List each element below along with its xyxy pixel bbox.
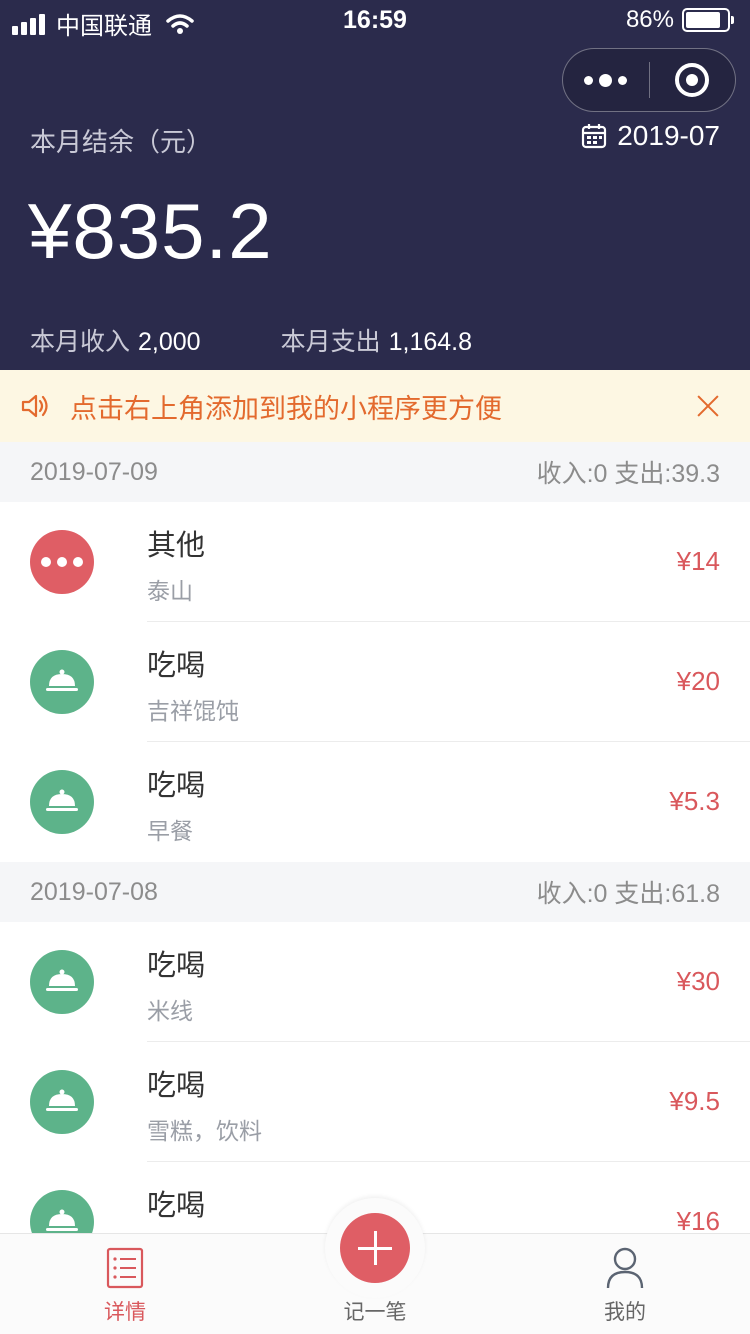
day-summary: 收入:0 支出:61.8 — [536, 880, 720, 908]
transaction-amount: ¥30 — [676, 966, 720, 996]
more-dots-icon — [584, 75, 594, 85]
day-header: 2019-07-09 收入:0 支出:39.3 — [0, 442, 750, 502]
tab-mine-label: 我的 — [604, 1301, 646, 1324]
day-date: 2019-07-09 — [30, 457, 158, 486]
notice-text: 点击右上角添加到我的小程序更方便 — [70, 393, 502, 424]
month-income: 本月收入 2,000 — [30, 322, 201, 358]
header: 中国联通 16:59 86% 本月结余（元） 2019-07 ¥835.2 本月… — [0, 0, 750, 370]
transaction-category: 其他 — [147, 530, 206, 562]
day-date: 2019-07-08 — [30, 877, 158, 906]
transaction-category: 吃喝 — [147, 770, 206, 802]
user-icon — [606, 1247, 644, 1289]
day-header: 2019-07-08 收入:0 支出:61.8 — [0, 862, 750, 922]
transaction-note: 雪糕，饮料 — [147, 1118, 262, 1144]
transaction-amount: ¥20 — [676, 666, 720, 696]
transaction-row[interactable]: 吃喝 早餐 ¥5.3 — [0, 742, 750, 862]
food-cloche-icon — [30, 1070, 94, 1134]
transaction-note: 泰山 — [147, 578, 193, 604]
expense-label: 本月支出 — [280, 328, 381, 356]
close-miniprogram-button[interactable] — [650, 49, 736, 111]
miniprogram-capsule — [562, 48, 736, 112]
transaction-amount: ¥5.3 — [669, 786, 720, 816]
month-stats: 本月收入 2,000 本月支出 1,164.8 — [30, 322, 472, 358]
tab-details[interactable]: 详情 — [0, 1234, 250, 1334]
more-menu-button[interactable] — [563, 49, 649, 111]
tab-mine[interactable]: 我的 — [500, 1234, 750, 1334]
balance-label: 本月结余（元） — [30, 127, 213, 157]
expense-value: 1,164.8 — [388, 328, 473, 356]
transaction-note: 米线 — [147, 998, 193, 1024]
calendar-icon — [582, 124, 607, 149]
speaker-icon — [21, 394, 48, 418]
transaction-category: 吃喝 — [147, 950, 206, 982]
transaction-amount: ¥9.5 — [669, 1086, 720, 1116]
transaction-category: 吃喝 — [147, 1070, 206, 1102]
month-value: 2019-07 — [617, 120, 720, 151]
balance-amount: ¥835.2 — [28, 187, 273, 275]
income-label: 本月收入 — [30, 328, 131, 356]
list-document-icon — [106, 1247, 144, 1289]
notice-bar: 点击右上角添加到我的小程序更方便 — [0, 370, 750, 442]
battery-icon — [682, 8, 734, 32]
transaction-category: 吃喝 — [147, 650, 206, 682]
tab-add-label: 记一笔 — [343, 1301, 407, 1324]
food-cloche-icon — [30, 950, 94, 1014]
transaction-note: 吉祥馄饨 — [147, 698, 239, 724]
food-cloche-icon — [30, 650, 94, 714]
transaction-category: 吃喝 — [147, 1190, 206, 1222]
tab-details-label: 详情 — [104, 1301, 146, 1324]
transaction-row[interactable]: 吃喝 吉祥馄饨 ¥20 — [0, 622, 750, 742]
month-expense: 本月支出 1,164.8 — [281, 322, 472, 358]
transaction-row[interactable]: 吃喝 雪糕，饮料 ¥9.5 — [0, 1042, 750, 1162]
transaction-note: 早餐 — [147, 818, 193, 844]
transaction-row[interactable]: 其他 泰山 ¥14 — [0, 502, 750, 622]
notice-close-icon[interactable] — [688, 386, 728, 426]
more-dots-icon — [30, 530, 94, 594]
battery-percent: 86% — [625, 6, 674, 33]
day-summary: 收入:0 支出:39.3 — [536, 460, 720, 488]
month-picker[interactable]: 2019-07 — [581, 120, 720, 152]
target-circle-icon — [675, 63, 710, 97]
food-cloche-icon — [30, 770, 94, 834]
status-bar: 中国联通 16:59 86% — [0, 0, 750, 42]
transaction-row[interactable]: 吃喝 米线 ¥30 — [0, 922, 750, 1042]
add-record-button[interactable] — [340, 1213, 410, 1283]
transaction-amount: ¥14 — [676, 546, 720, 576]
transaction-list: 2019-07-09 收入:0 支出:39.3 其他 泰山 ¥14 吃喝 吉祥馄… — [0, 442, 750, 1282]
income-value: 2,000 — [138, 328, 201, 356]
